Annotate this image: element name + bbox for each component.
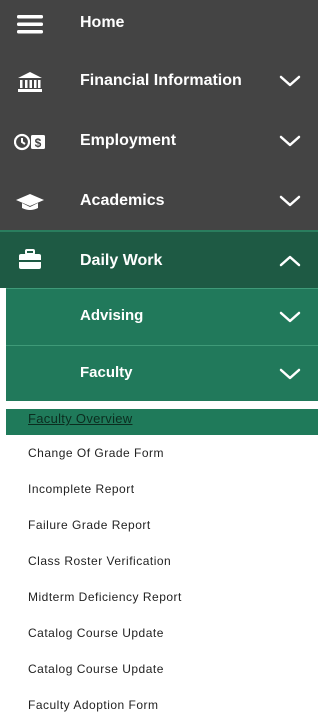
submenu-item-advising[interactable]: Advising (6, 288, 318, 345)
chevron-up-icon[interactable] (278, 249, 302, 273)
nav-item-employment[interactable]: $ Employment (0, 112, 318, 170)
chevron-down-icon[interactable] (278, 362, 302, 386)
nav-item-daily-work[interactable]: Daily Work (0, 230, 318, 288)
graduation-cap-icon (14, 190, 46, 214)
nav-item-home[interactable]: Home (0, 0, 318, 48)
briefcase-icon (14, 248, 46, 272)
svg-text:$: $ (35, 136, 42, 150)
nav-label-financial-information: Financial Information (80, 72, 242, 89)
nav-item-academics[interactable]: Academics (0, 172, 318, 230)
chevron-down-icon[interactable] (278, 189, 302, 213)
hamburger-icon (14, 12, 46, 36)
bank-icon (14, 70, 46, 94)
link-label[interactable]: Faculty Overview (28, 411, 133, 426)
nav-label-daily-work: Daily Work (80, 252, 163, 269)
link-change-of-grade-form[interactable]: Change Of Grade Form (28, 446, 164, 460)
link-incomplete-report[interactable]: Incomplete Report (28, 482, 135, 496)
nav-item-financial-information[interactable]: Financial Information (0, 52, 318, 110)
nav-label-home: Home (80, 14, 125, 31)
link-failure-grade-report[interactable]: Failure Grade Report (28, 518, 151, 532)
link-faculty-adoption-form[interactable]: Faculty Adoption Form (28, 698, 159, 712)
submenu-item-faculty[interactable]: Faculty (6, 345, 318, 401)
nav-label-academics: Academics (80, 192, 165, 209)
link-catalog-course-update[interactable]: Catalog Course Update (28, 626, 164, 640)
link-class-roster-verification[interactable]: Class Roster Verification (28, 554, 171, 568)
link-catalog-course-update-2[interactable]: Catalog Course Update (28, 662, 164, 676)
submenu-label-faculty: Faculty (80, 364, 133, 381)
divider (0, 401, 318, 409)
faculty-links-list: Faculty Overview Change Of Grade Form In… (6, 409, 318, 720)
main-menu: Home Financial Information $ Employment … (0, 0, 318, 230)
submenu-label-advising: Advising (80, 307, 144, 324)
chevron-down-icon[interactable] (278, 305, 302, 329)
link-faculty-overview[interactable]: Faculty Overview (6, 409, 318, 435)
chevron-down-icon[interactable] (278, 129, 302, 153)
nav-label-employment: Employment (80, 132, 177, 149)
chevron-down-icon[interactable] (278, 69, 302, 93)
link-midterm-deficiency-report[interactable]: Midterm Deficiency Report (28, 590, 182, 604)
money-clock-icon: $ (14, 130, 46, 154)
